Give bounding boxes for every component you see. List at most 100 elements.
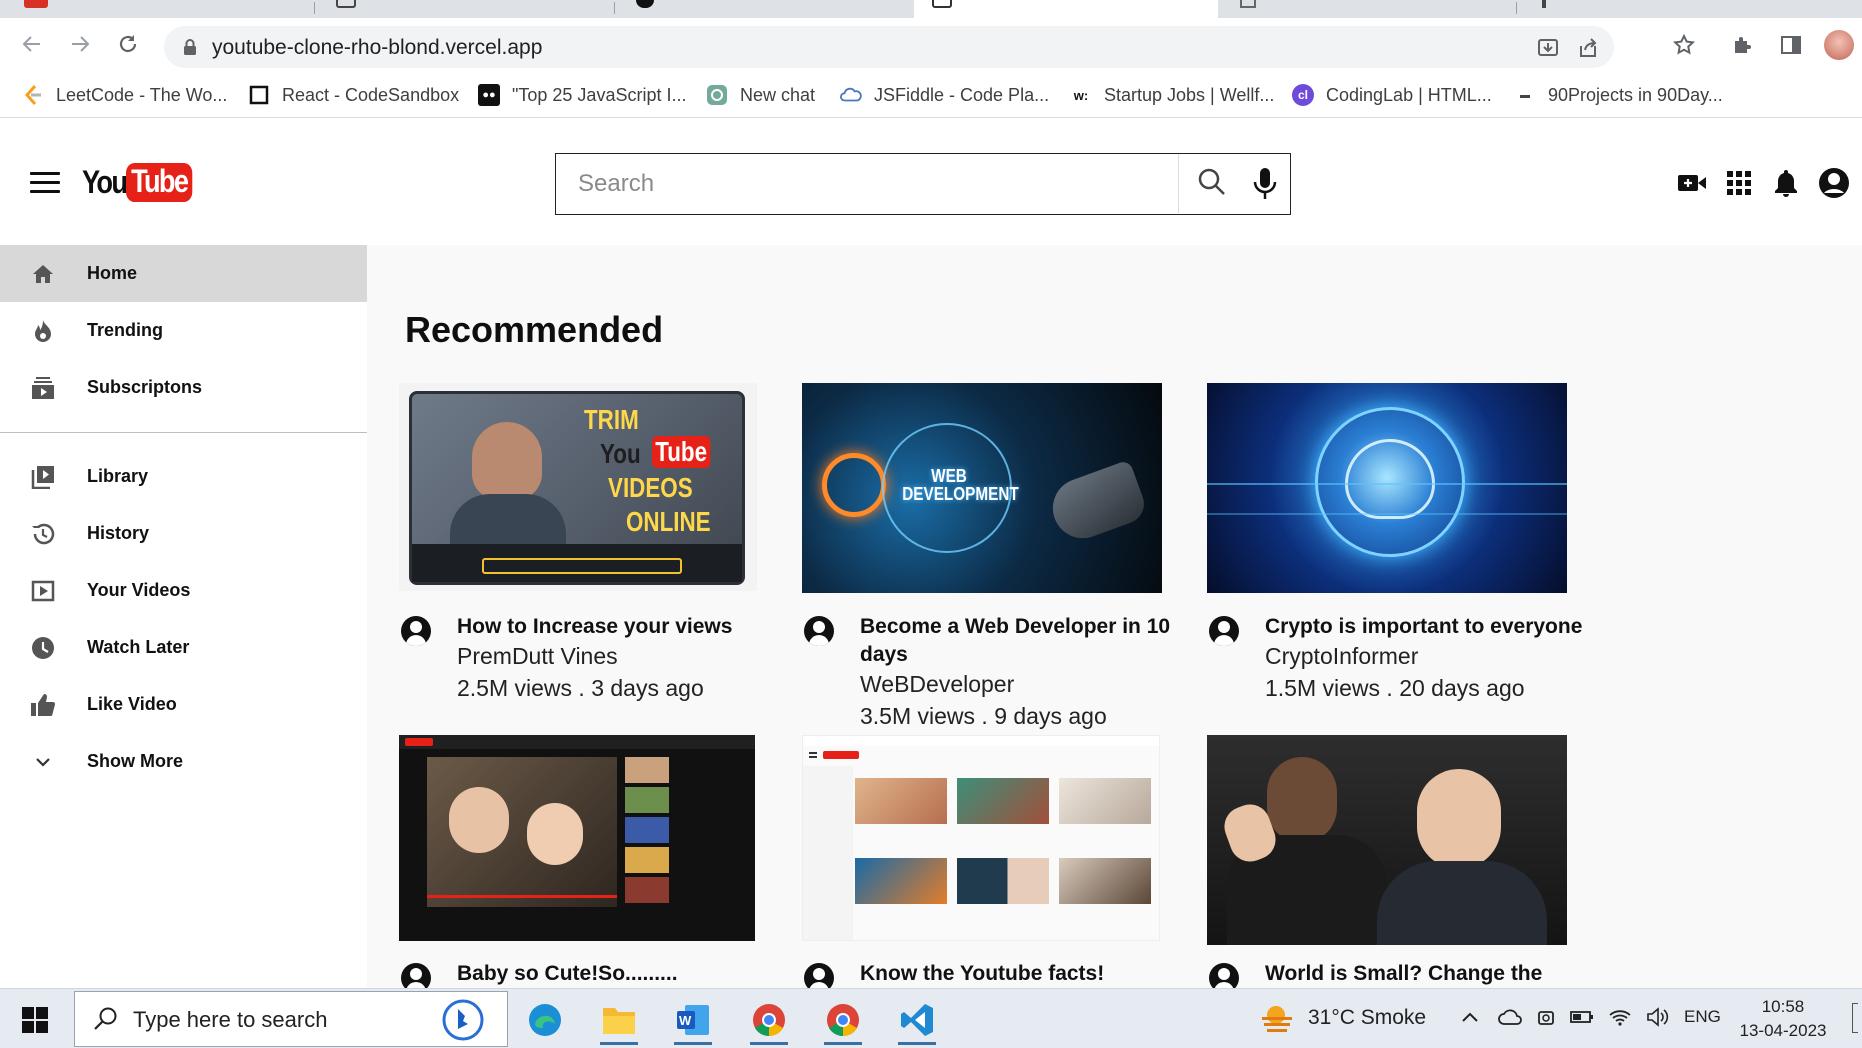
- mini-window-bar: [803, 736, 1159, 746]
- volume-icon[interactable]: [1646, 1007, 1670, 1027]
- chevron-up-icon[interactable]: [1460, 1010, 1480, 1024]
- language-indicator[interactable]: ENG: [1684, 1007, 1721, 1027]
- video-card[interactable]: TRIM You Tube VIDEOS ONLINE How to Incre…: [399, 383, 779, 701]
- apps-button[interactable]: [1723, 167, 1755, 199]
- sidebar-item-library[interactable]: Library: [0, 448, 367, 505]
- profile-avatar[interactable]: [1824, 30, 1854, 60]
- bookmark-item[interactable]: JSFiddle - Code Pla...: [840, 83, 1049, 107]
- bookmark-item[interactable]: ▬ 90Projects in 90Day...: [1514, 83, 1723, 107]
- sidebar-item-trending[interactable]: Trending: [0, 302, 367, 359]
- taskbar-clock[interactable]: 10:58 13-04-2023: [1728, 995, 1838, 1043]
- share-button[interactable]: [1576, 36, 1600, 60]
- create-video-button[interactable]: [1676, 167, 1708, 199]
- video-title[interactable]: Baby so Cute!So.........: [457, 960, 777, 988]
- taskbar-app-vscode[interactable]: [890, 995, 944, 1045]
- cloud-icon[interactable]: [1498, 1008, 1522, 1026]
- taskbar-app-chrome-profile[interactable]: [816, 995, 870, 1045]
- sidebar-item-show-more[interactable]: Show More: [0, 733, 367, 790]
- chevron-down-icon: [30, 749, 56, 775]
- clock-time: 10:58: [1761, 997, 1805, 1016]
- menu-bar: [30, 181, 60, 184]
- search-divider: [1178, 154, 1179, 213]
- channel-avatar[interactable]: [401, 963, 431, 988]
- bookmark-item[interactable]: New chat: [706, 83, 815, 107]
- address-bar[interactable]: youtube-clone-rho-blond.vercel.app: [164, 26, 1614, 68]
- browser-tab[interactable]: [320, 0, 614, 18]
- forward-button[interactable]: [66, 30, 94, 58]
- mini-thumb: [1059, 858, 1151, 904]
- install-app-button[interactable]: [1536, 36, 1560, 60]
- wifi-icon[interactable]: [1608, 1007, 1632, 1027]
- bookmark-item[interactable]: ●● "Top 25 JavaScript I...: [478, 83, 686, 107]
- browser-tab-active[interactable]: [914, 0, 1218, 18]
- subscriptions-icon: [30, 375, 56, 401]
- video-thumbnail[interactable]: [1207, 735, 1567, 945]
- sidebar-item-like-video[interactable]: Like Video: [0, 676, 367, 733]
- bookmark-item[interactable]: w: Startup Jobs | Wellf...: [1070, 83, 1275, 107]
- codesandbox-icon: [248, 84, 270, 106]
- reload-button[interactable]: [114, 30, 142, 58]
- video-title[interactable]: Become a Web Developer in 10 days: [860, 613, 1180, 669]
- browser-tab[interactable]: [0, 0, 314, 18]
- browser-tab[interactable]: [1522, 0, 1862, 18]
- video-thumbnail[interactable]: [802, 735, 1160, 941]
- video-title[interactable]: World is Small? Change the: [1265, 960, 1585, 988]
- browser-tab[interactable]: [620, 0, 910, 18]
- hamburger-menu-button[interactable]: [30, 172, 60, 196]
- start-button[interactable]: [22, 1007, 48, 1033]
- search-button[interactable]: [1196, 166, 1228, 198]
- taskbar-app-explorer[interactable]: [592, 995, 646, 1045]
- video-thumbnail[interactable]: TRIM You Tube VIDEOS ONLINE: [399, 383, 757, 591]
- account-button[interactable]: [1818, 167, 1850, 199]
- sidebar-item-subscriptions[interactable]: Subscriptons: [0, 359, 367, 416]
- clock-date: 13-04-2023: [1739, 1021, 1827, 1040]
- sidebar-item-your-videos[interactable]: Your Videos: [0, 562, 367, 619]
- channel-avatar[interactable]: [1209, 963, 1239, 988]
- meet-now-icon[interactable]: [1536, 1007, 1556, 1027]
- video-title[interactable]: Crypto is important to everyone: [1265, 613, 1585, 641]
- bookmark-item[interactable]: cl CodingLab | HTML...: [1292, 83, 1492, 107]
- taskbar-app-chrome[interactable]: [742, 995, 796, 1045]
- bookmark-star-button[interactable]: [1671, 32, 1697, 58]
- browser-tab[interactable]: [1222, 0, 1516, 18]
- channel-avatar[interactable]: [1209, 616, 1239, 646]
- video-thumbnail[interactable]: [399, 735, 755, 941]
- video-channel[interactable]: CryptoInformer: [1265, 643, 1418, 670]
- url-text[interactable]: youtube-clone-rho-blond.vercel.app: [212, 36, 542, 60]
- channel-avatar[interactable]: [804, 616, 834, 646]
- show-desktop-button[interactable]: [1852, 1003, 1858, 1033]
- video-channel[interactable]: PremDutt Vines: [457, 643, 618, 670]
- sidebar-item-label: Your Videos: [87, 580, 191, 600]
- youtube-logo[interactable]: You Tube: [82, 163, 204, 202]
- bookmark-item[interactable]: React - CodeSandbox: [248, 83, 459, 107]
- sidebar-item-watch-later[interactable]: Watch Later: [0, 619, 367, 676]
- taskbar-app-edge[interactable]: [518, 995, 572, 1045]
- video-channel[interactable]: WeBDeveloper: [860, 671, 1014, 698]
- sidebar-item-history[interactable]: History: [0, 505, 367, 562]
- channel-avatar[interactable]: [804, 963, 834, 988]
- weather-widget[interactable]: 31°C Smoke: [1260, 1003, 1426, 1033]
- video-thumbnail[interactable]: WEB DEVELOPMENT: [802, 383, 1162, 593]
- notifications-button[interactable]: [1770, 167, 1802, 199]
- sidebar-item-home[interactable]: Home: [0, 245, 367, 302]
- section-title: Recommended: [405, 309, 664, 350]
- tab-favicon-icon: [636, 0, 654, 8]
- voice-search-button[interactable]: [1250, 166, 1280, 202]
- extensions-button[interactable]: [1730, 32, 1756, 58]
- tab-favicon-icon: [24, 0, 48, 8]
- thumb-text-development: DEVELOPMENT: [902, 484, 1019, 504]
- taskbar-search[interactable]: Type here to search: [74, 991, 508, 1047]
- channel-avatar[interactable]: [401, 616, 431, 646]
- taskbar-app-word[interactable]: W: [666, 995, 720, 1045]
- side-panel-button[interactable]: [1778, 32, 1804, 58]
- search-input[interactable]: [556, 154, 1178, 213]
- video-title[interactable]: How to Increase your views: [457, 613, 777, 641]
- person-head: [1267, 757, 1337, 843]
- video-title[interactable]: Know the Youtube facts! ..Really: [860, 960, 1180, 988]
- bing-icon: [442, 999, 484, 1041]
- mini-thumb: [1059, 778, 1151, 824]
- back-button[interactable]: [18, 30, 46, 58]
- battery-icon[interactable]: [1570, 1009, 1594, 1025]
- video-thumbnail[interactable]: [1207, 383, 1567, 593]
- bookmark-item[interactable]: LeetCode - The Wo...: [22, 83, 227, 107]
